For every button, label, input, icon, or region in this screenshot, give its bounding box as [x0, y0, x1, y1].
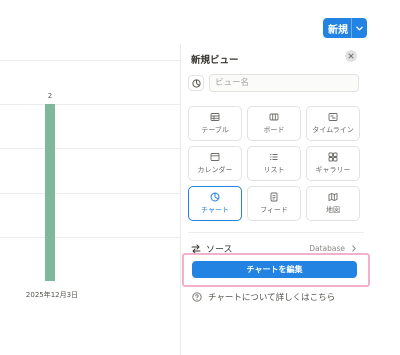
chart-gridline	[0, 192, 180, 194]
view-type-calendar[interactable]: カレンダー	[188, 146, 242, 181]
chevron-right-icon	[351, 245, 357, 252]
help-label: チャートについて詳しくはこちら	[208, 293, 336, 303]
panel-title: 新規ビュー	[191, 55, 239, 66]
chart-icon	[210, 192, 220, 202]
list-icon	[270, 153, 278, 161]
view-type-label: リスト	[263, 166, 285, 174]
view-type-label: チャート	[201, 206, 229, 214]
new-view-panel: 新規ビュー テーブル ボード タイムライン カレンダー リスト	[180, 44, 400, 355]
view-type-list[interactable]: リスト	[247, 146, 301, 181]
view-type-map[interactable]: 地図	[306, 186, 360, 221]
new-button[interactable]: 新規	[323, 18, 367, 38]
view-name-input[interactable]	[209, 74, 359, 92]
view-name-row	[188, 74, 359, 92]
chart-icon[interactable]	[188, 75, 204, 91]
help-icon	[192, 292, 202, 302]
x-tick-label: 2025年12月3日	[25, 291, 79, 299]
timeline-icon	[328, 113, 338, 121]
chart-gridline	[0, 104, 180, 106]
chart-gridline	[0, 60, 180, 61]
chart-gridline	[0, 236, 180, 238]
new-button-label: 新規	[328, 24, 348, 36]
view-type-label: 地図	[326, 206, 340, 214]
edit-chart-button[interactable]: チャートを編集	[192, 261, 357, 278]
view-type-label: フィード	[260, 206, 288, 214]
close-icon[interactable]	[345, 50, 357, 62]
panel-divider	[188, 232, 364, 233]
chart-help-link[interactable]: チャートについて詳しくはこちら	[192, 291, 335, 303]
view-type-label: ギャラリー	[315, 166, 351, 174]
gallery-icon	[328, 152, 338, 162]
board-icon	[269, 113, 279, 121]
view-type-grid: テーブル ボード タイムライン カレンダー リスト ギャラリー チャート フィー…	[188, 106, 360, 221]
bar-chart: 2	[0, 60, 180, 290]
view-type-label: テーブル	[201, 126, 229, 134]
chart-gridline	[0, 148, 180, 150]
view-type-table[interactable]: テーブル	[188, 106, 242, 141]
view-type-chart[interactable]: チャート	[188, 186, 242, 221]
chart-bar[interactable]	[45, 104, 55, 281]
view-type-gallery[interactable]: ギャラリー	[306, 146, 360, 181]
view-type-label: カレンダー	[197, 166, 233, 174]
view-type-timeline[interactable]: タイムライン	[306, 106, 360, 141]
view-type-label: タイムライン	[312, 126, 354, 134]
source-value: Database	[309, 244, 345, 253]
calendar-icon	[210, 153, 220, 161]
map-icon	[328, 193, 338, 201]
view-type-board[interactable]: ボード	[247, 106, 301, 141]
view-type-feed[interactable]: フィード	[247, 186, 301, 221]
view-type-label: ボード	[263, 126, 285, 134]
chevron-down-icon[interactable]	[352, 24, 367, 33]
table-icon	[210, 113, 220, 121]
feed-icon	[270, 192, 278, 202]
chart-data-label: 2	[47, 92, 53, 101]
